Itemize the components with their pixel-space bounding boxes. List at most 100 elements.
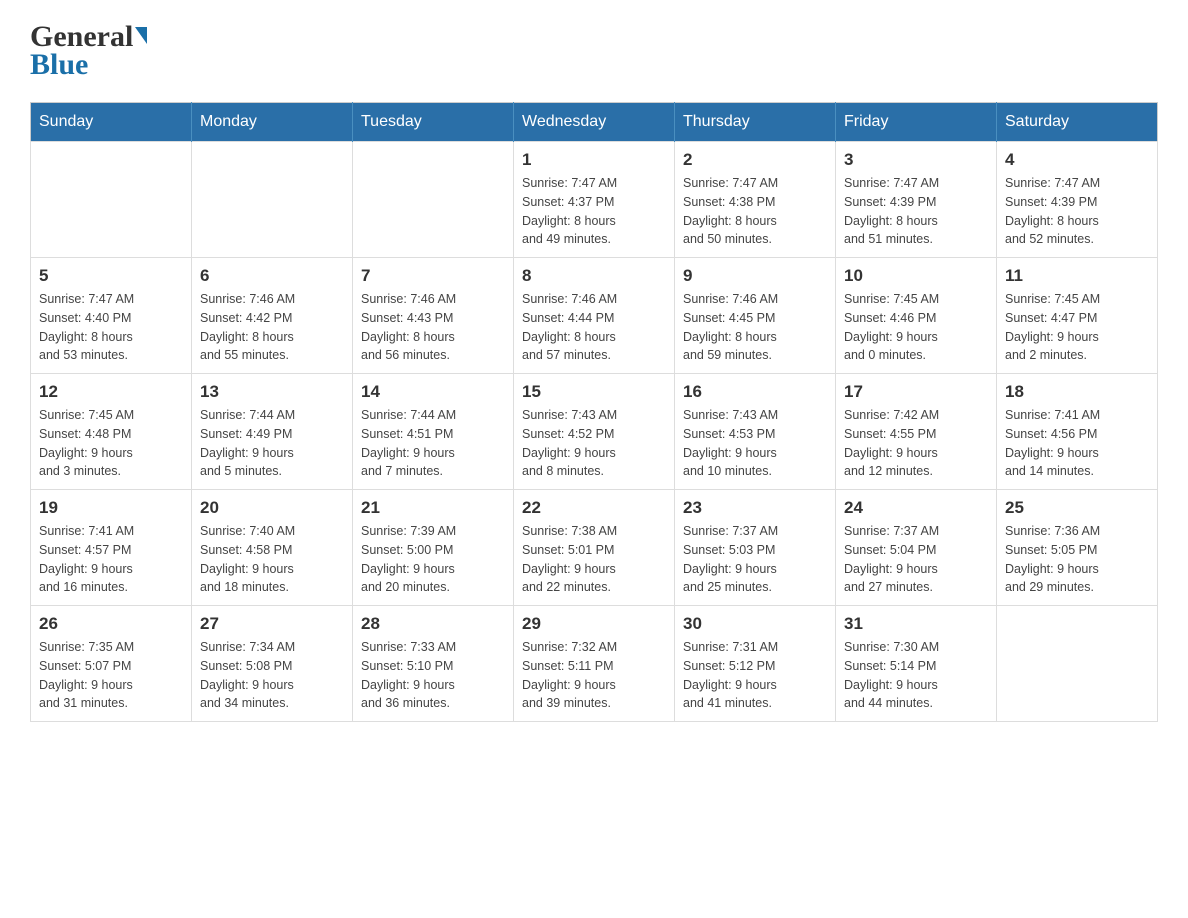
day-info: Sunrise: 7:32 AM Sunset: 5:11 PM Dayligh… <box>522 638 666 713</box>
calendar-week-row: 19Sunrise: 7:41 AM Sunset: 4:57 PM Dayli… <box>31 490 1158 606</box>
day-info: Sunrise: 7:41 AM Sunset: 4:56 PM Dayligh… <box>1005 406 1149 481</box>
day-info: Sunrise: 7:45 AM Sunset: 4:47 PM Dayligh… <box>1005 290 1149 365</box>
day-number: 6 <box>200 266 344 286</box>
calendar-day-cell: 30Sunrise: 7:31 AM Sunset: 5:12 PM Dayli… <box>675 606 836 722</box>
calendar-day-cell <box>353 142 514 258</box>
day-info: Sunrise: 7:37 AM Sunset: 5:04 PM Dayligh… <box>844 522 988 597</box>
logo-blue-text: Blue <box>30 48 88 81</box>
day-info: Sunrise: 7:44 AM Sunset: 4:49 PM Dayligh… <box>200 406 344 481</box>
day-number: 20 <box>200 498 344 518</box>
calendar-day-cell: 24Sunrise: 7:37 AM Sunset: 5:04 PM Dayli… <box>836 490 997 606</box>
calendar-day-cell: 4 Sunrise: 7:47 AM Sunset: 4:39 PM Daylig… <box>997 142 1158 258</box>
calendar-week-row: 12Sunrise: 7:45 AM Sunset: 4:48 PM Dayli… <box>31 374 1158 490</box>
calendar-day-cell: 18 Sunrise: 7:41 AM Sunset: 4:56 PM Dayli… <box>997 374 1158 490</box>
day-info: Sunrise: 7:30 AM Sunset: 5:14 PM Dayligh… <box>844 638 988 713</box>
calendar-day-cell: 26Sunrise: 7:35 AM Sunset: 5:07 PM Dayli… <box>31 606 192 722</box>
calendar-day-cell: 10 Sunrise: 7:45 AM Sunset: 4:46 PM Dayli… <box>836 258 997 374</box>
calendar-day-cell: 21 Sunrise: 7:39 AM Sunset: 5:00 PM Dayli… <box>353 490 514 606</box>
calendar-day-cell: 14 Sunrise: 7:44 AM Sunset: 4:51 PM Dayli… <box>353 374 514 490</box>
day-info: Sunrise: 7:37 AM Sunset: 5:03 PM Dayligh… <box>683 522 827 597</box>
weekday-header-cell: Thursday <box>675 103 836 142</box>
day-info: Sunrise: 7:40 AM Sunset: 4:58 PM Dayligh… <box>200 522 344 597</box>
day-number: 25 <box>1005 498 1149 518</box>
calendar-day-cell: 22Sunrise: 7:38 AM Sunset: 5:01 PM Dayli… <box>514 490 675 606</box>
day-info: Sunrise: 7:43 AM Sunset: 4:52 PM Dayligh… <box>522 406 666 481</box>
day-info: Sunrise: 7:45 AM Sunset: 4:48 PM Dayligh… <box>39 406 183 481</box>
calendar-day-cell: 28 Sunrise: 7:33 AM Sunset: 5:10 PM Dayli… <box>353 606 514 722</box>
day-info: Sunrise: 7:47 AM Sunset: 4:38 PM Dayligh… <box>683 174 827 249</box>
day-info: Sunrise: 7:34 AM Sunset: 5:08 PM Dayligh… <box>200 638 344 713</box>
calendar-day-cell: 19Sunrise: 7:41 AM Sunset: 4:57 PM Dayli… <box>31 490 192 606</box>
day-info: Sunrise: 7:46 AM Sunset: 4:43 PM Dayligh… <box>361 290 505 365</box>
calendar-day-cell: 9 Sunrise: 7:46 AM Sunset: 4:45 PM Daylig… <box>675 258 836 374</box>
day-info: Sunrise: 7:47 AM Sunset: 4:39 PM Dayligh… <box>844 174 988 249</box>
day-number: 11 <box>1005 266 1149 286</box>
day-number: 17 <box>844 382 988 402</box>
calendar-day-cell: 8Sunrise: 7:46 AM Sunset: 4:44 PM Daylig… <box>514 258 675 374</box>
calendar-day-cell: 17 Sunrise: 7:42 AM Sunset: 4:55 PM Dayli… <box>836 374 997 490</box>
day-info: Sunrise: 7:42 AM Sunset: 4:55 PM Dayligh… <box>844 406 988 481</box>
calendar-day-cell: 13 Sunrise: 7:44 AM Sunset: 4:49 PM Dayli… <box>192 374 353 490</box>
calendar-day-cell <box>997 606 1158 722</box>
day-info: Sunrise: 7:46 AM Sunset: 4:45 PM Dayligh… <box>683 290 827 365</box>
calendar-table: SundayMondayTuesdayWednesdayThursdayFrid… <box>30 102 1158 722</box>
day-info: Sunrise: 7:46 AM Sunset: 4:44 PM Dayligh… <box>522 290 666 365</box>
day-number: 9 <box>683 266 827 286</box>
weekday-header-cell: Saturday <box>997 103 1158 142</box>
calendar-week-row: 1 Sunrise: 7:47 AM Sunset: 4:37 PM Daylig… <box>31 142 1158 258</box>
calendar-week-row: 26Sunrise: 7:35 AM Sunset: 5:07 PM Dayli… <box>31 606 1158 722</box>
weekday-header-row: SundayMondayTuesdayWednesdayThursdayFrid… <box>31 103 1158 142</box>
day-info: Sunrise: 7:39 AM Sunset: 5:00 PM Dayligh… <box>361 522 505 597</box>
weekday-header-cell: Friday <box>836 103 997 142</box>
calendar-day-cell: 15Sunrise: 7:43 AM Sunset: 4:52 PM Dayli… <box>514 374 675 490</box>
calendar-day-cell: 25 Sunrise: 7:36 AM Sunset: 5:05 PM Dayli… <box>997 490 1158 606</box>
day-number: 19 <box>39 498 183 518</box>
day-number: 30 <box>683 614 827 634</box>
calendar-day-cell: 2 Sunrise: 7:47 AM Sunset: 4:38 PM Daylig… <box>675 142 836 258</box>
calendar-day-cell: 16Sunrise: 7:43 AM Sunset: 4:53 PM Dayli… <box>675 374 836 490</box>
day-number: 21 <box>361 498 505 518</box>
weekday-header-cell: Sunday <box>31 103 192 142</box>
calendar-day-cell <box>192 142 353 258</box>
weekday-header-cell: Wednesday <box>514 103 675 142</box>
logo: General Blue <box>30 20 147 82</box>
day-number: 18 <box>1005 382 1149 402</box>
day-number: 7 <box>361 266 505 286</box>
day-number: 10 <box>844 266 988 286</box>
calendar-day-cell: 7 Sunrise: 7:46 AM Sunset: 4:43 PM Daylig… <box>353 258 514 374</box>
day-info: Sunrise: 7:36 AM Sunset: 5:05 PM Dayligh… <box>1005 522 1149 597</box>
day-info: Sunrise: 7:47 AM Sunset: 4:37 PM Dayligh… <box>522 174 666 249</box>
day-info: Sunrise: 7:38 AM Sunset: 5:01 PM Dayligh… <box>522 522 666 597</box>
day-number: 2 <box>683 150 827 170</box>
day-info: Sunrise: 7:33 AM Sunset: 5:10 PM Dayligh… <box>361 638 505 713</box>
calendar-body: 1 Sunrise: 7:47 AM Sunset: 4:37 PM Daylig… <box>31 142 1158 722</box>
calendar-day-cell: 5Sunrise: 7:47 AM Sunset: 4:40 PM Daylig… <box>31 258 192 374</box>
day-info: Sunrise: 7:45 AM Sunset: 4:46 PM Dayligh… <box>844 290 988 365</box>
calendar-day-cell: 1 Sunrise: 7:47 AM Sunset: 4:37 PM Daylig… <box>514 142 675 258</box>
calendar-day-cell: 23 Sunrise: 7:37 AM Sunset: 5:03 PM Dayli… <box>675 490 836 606</box>
day-number: 13 <box>200 382 344 402</box>
day-number: 3 <box>844 150 988 170</box>
calendar-day-cell: 12Sunrise: 7:45 AM Sunset: 4:48 PM Dayli… <box>31 374 192 490</box>
calendar-day-cell <box>31 142 192 258</box>
calendar-day-cell: 29 Sunrise: 7:32 AM Sunset: 5:11 PM Dayli… <box>514 606 675 722</box>
day-number: 14 <box>361 382 505 402</box>
day-number: 1 <box>522 150 666 170</box>
day-number: 31 <box>844 614 988 634</box>
calendar-day-cell: 3 Sunrise: 7:47 AM Sunset: 4:39 PM Daylig… <box>836 142 997 258</box>
calendar-day-cell: 11 Sunrise: 7:45 AM Sunset: 4:47 PM Dayli… <box>997 258 1158 374</box>
weekday-header-cell: Tuesday <box>353 103 514 142</box>
calendar-day-cell: 31 Sunrise: 7:30 AM Sunset: 5:14 PM Dayli… <box>836 606 997 722</box>
day-info: Sunrise: 7:44 AM Sunset: 4:51 PM Dayligh… <box>361 406 505 481</box>
day-info: Sunrise: 7:46 AM Sunset: 4:42 PM Dayligh… <box>200 290 344 365</box>
day-info: Sunrise: 7:47 AM Sunset: 4:39 PM Dayligh… <box>1005 174 1149 249</box>
day-number: 16 <box>683 382 827 402</box>
calendar-day-cell: 20 Sunrise: 7:40 AM Sunset: 4:58 PM Dayli… <box>192 490 353 606</box>
day-number: 28 <box>361 614 505 634</box>
calendar-day-cell: 6 Sunrise: 7:46 AM Sunset: 4:42 PM Daylig… <box>192 258 353 374</box>
day-info: Sunrise: 7:35 AM Sunset: 5:07 PM Dayligh… <box>39 638 183 713</box>
day-number: 29 <box>522 614 666 634</box>
calendar-day-cell: 27Sunrise: 7:34 AM Sunset: 5:08 PM Dayli… <box>192 606 353 722</box>
day-number: 4 <box>1005 150 1149 170</box>
day-number: 23 <box>683 498 827 518</box>
